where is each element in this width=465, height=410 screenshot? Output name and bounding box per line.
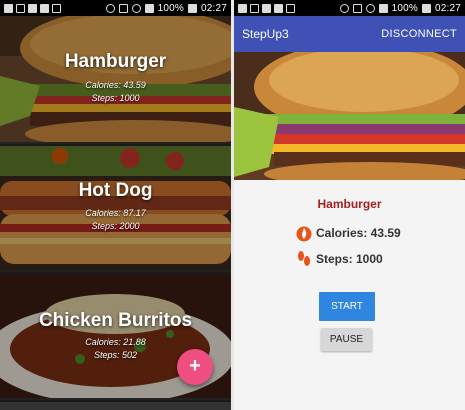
add-food-button[interactable]: + [177, 349, 213, 385]
food-list-screen: 100% 02:27 Hamburger Calories: 43.59 Ste… [0, 0, 231, 410]
vibrate-icon [118, 3, 128, 13]
flame-icon [296, 224, 312, 242]
image-icon [52, 3, 61, 13]
image-icon [286, 3, 295, 13]
food-card-partial[interactable] [0, 402, 231, 410]
clock: 02:27 [434, 2, 461, 14]
food-steps: Steps: 1000 [91, 93, 140, 103]
facebook-icon [28, 3, 37, 13]
food-calories: Calories: 87.17 [85, 208, 146, 218]
food-card-hamburger[interactable]: Hamburger Calories: 43.59 Steps: 1000 [0, 16, 231, 144]
facebook-icon [262, 3, 271, 13]
battery-percent: 100% [157, 2, 184, 14]
app-bar: StepUp3 DISCONNECT [234, 16, 465, 52]
food-steps: Steps: 2000 [91, 221, 140, 231]
detail-food-title: Hamburger [317, 197, 382, 211]
wifi-icon [365, 3, 375, 13]
facebook-icon [40, 3, 49, 13]
food-name: Hot Dog [78, 180, 153, 201]
food-card-hot-dog[interactable]: Hot Dog Calories: 87.17 Steps: 2000 [0, 146, 231, 272]
battery-icon [187, 3, 197, 13]
vibrate-icon [352, 3, 362, 13]
pause-button[interactable]: PAUSE [321, 328, 372, 351]
wifi-icon [131, 3, 141, 13]
app-title: StepUp3 [242, 27, 289, 41]
calories-label: Calories: 43.59 [316, 226, 401, 240]
signal-icon [144, 3, 154, 13]
food-name: Chicken Burritos [38, 310, 193, 331]
disconnect-button[interactable]: DISCONNECT [381, 28, 457, 40]
food-calories: Calories: 43.59 [85, 80, 146, 90]
bluetooth-icon [339, 3, 349, 13]
steps-row: Steps: 1000 [296, 250, 383, 268]
battery-icon [421, 3, 431, 13]
calories-row: Calories: 43.59 [296, 224, 401, 242]
battery-percent: 100% [391, 2, 418, 14]
plus-icon: + [189, 355, 201, 377]
status-bar: 100% 02:27 [234, 0, 465, 16]
hamburger-photo [234, 52, 465, 180]
notification-icon [238, 3, 247, 13]
bluetooth-icon [105, 3, 115, 13]
food-calories: Calories: 21.88 [85, 337, 146, 347]
status-bar: 100% 02:27 [0, 0, 231, 16]
food-name: Hamburger [64, 51, 167, 72]
mail-icon [250, 3, 259, 13]
start-button[interactable]: START [319, 292, 375, 321]
food-detail-screen: 100% 02:27 StepUp3 DISCONNECT Hamburger [234, 0, 465, 410]
clock: 02:27 [200, 2, 227, 14]
footprints-icon [296, 250, 312, 268]
mail-icon [16, 3, 25, 13]
hamburger-hero-image [234, 52, 465, 180]
facebook-icon [274, 3, 283, 13]
signal-icon [378, 3, 388, 13]
steps-label: Steps: 1000 [316, 252, 383, 266]
notification-icon [4, 3, 13, 13]
